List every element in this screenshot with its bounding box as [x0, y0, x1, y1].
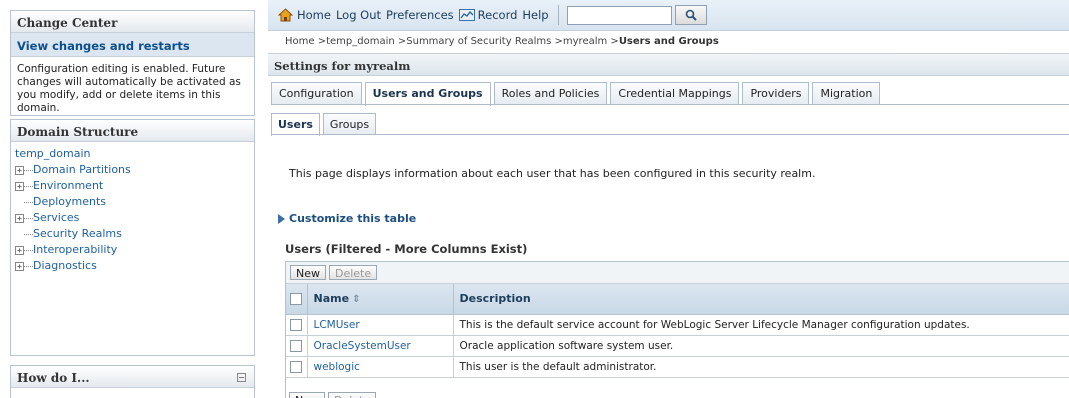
tree-item-label[interactable]: Domain Partitions [33, 162, 131, 178]
expand-icon[interactable]: + [15, 261, 24, 271]
view-changes-link-row[interactable]: View changes and restarts [11, 33, 254, 57]
tree-root-temp-domain[interactable]: temp_domain [15, 146, 250, 162]
tab-providers[interactable]: Providers [742, 82, 810, 105]
domain-tree: temp_domain + Domain Partitions + Enviro… [11, 142, 254, 278]
search-button[interactable] [674, 5, 707, 25]
user-name-link[interactable]: weblogic [314, 361, 360, 373]
tree-item-label[interactable]: Security Realms [33, 226, 122, 242]
table-row: LCMUser This is the default service acco… [286, 314, 1069, 336]
expand-icon[interactable]: + [15, 213, 24, 223]
tree-connector [24, 201, 33, 203]
home-link[interactable]: Home [297, 8, 331, 22]
collapse-icon[interactable]: − [237, 373, 246, 382]
tree-item-label[interactable]: Interoperability [33, 242, 117, 258]
tree-item-diagnostics[interactable]: + Diagnostics [15, 258, 250, 274]
expand-icon[interactable]: + [15, 165, 24, 175]
preferences-link[interactable]: Preferences [386, 8, 454, 22]
row-checkbox[interactable] [290, 318, 302, 331]
search-icon [685, 9, 697, 21]
top-toolbar: Home Log Out Preferences Record Help [268, 0, 1069, 31]
table-row: weblogic This user is the default admini… [286, 356, 1069, 378]
tree-connector [24, 185, 33, 187]
page-description: This page displays information about eac… [289, 167, 816, 180]
breadcrumb: Home >temp_domain >Summary of Security R… [285, 36, 719, 47]
tree-item-domain-partitions[interactable]: + Domain Partitions [15, 162, 250, 178]
settings-title: Settings for myrealm [268, 53, 1069, 76]
new-user-button[interactable]: New [290, 265, 326, 280]
user-name-link[interactable]: LCMUser [314, 319, 360, 331]
user-description: Oracle application software system user. [453, 335, 1069, 357]
column-header-description[interactable]: Description [453, 284, 1069, 315]
tree-item-interoperability[interactable]: + Interoperability [15, 242, 250, 258]
sort-icon[interactable]: ⇕ [352, 294, 360, 305]
tree-connector [24, 169, 33, 171]
tree-item-deployments[interactable]: Deployments [15, 194, 250, 210]
expand-icon[interactable]: + [15, 245, 24, 255]
domain-structure-title: Domain Structure [11, 120, 254, 142]
search-input[interactable] [566, 5, 672, 25]
how-do-i-title: How do I... [11, 366, 254, 388]
tree-item-label[interactable]: Environment [33, 178, 103, 194]
record-icon[interactable] [458, 9, 475, 21]
tab-credential-mappings[interactable]: Credential Mappings [610, 82, 740, 105]
toolbar-divider [557, 5, 559, 25]
customize-table-link[interactable]: Customize this table [278, 212, 416, 225]
new-user-button-bottom[interactable]: New [289, 392, 325, 398]
subtab-groups[interactable]: Groups [322, 113, 377, 135]
tree-connector [24, 233, 33, 235]
view-changes-link[interactable]: View changes and restarts [17, 39, 190, 53]
users-table: Name ⇕ Description LCMUser This is the de… [286, 284, 1069, 378]
tree-connector [24, 249, 33, 251]
change-center-panel: Change Center View changes and restarts … [10, 10, 255, 116]
breadcrumb-current: Users and Groups [618, 36, 719, 47]
row-checkbox[interactable] [290, 339, 302, 352]
expand-triangle-icon[interactable] [278, 213, 285, 224]
customize-label[interactable]: Customize this table [289, 212, 416, 225]
tree-item-label[interactable]: Services [33, 210, 79, 226]
tab-users-and-groups[interactable]: Users and Groups [364, 82, 491, 106]
select-all-cell [286, 284, 308, 315]
tab-roles-and-policies[interactable]: Roles and Policies [493, 82, 608, 105]
users-table-title: Users (Filtered - More Columns Exist) [285, 242, 528, 256]
user-description: This is the default service account for … [453, 314, 1069, 336]
delete-user-button[interactable]: Delete [329, 265, 378, 280]
tab-configuration[interactable]: Configuration [271, 82, 362, 105]
logout-link[interactable]: Log Out [336, 8, 381, 22]
breadcrumb-path[interactable]: Home >temp_domain >Summary of Security R… [285, 36, 619, 47]
tree-connector [24, 217, 33, 219]
table-toolbar: New Delete [286, 262, 1069, 284]
tree-item-services[interactable]: + Services [15, 210, 250, 226]
table-row: OracleSystemUser Oracle application soft… [286, 335, 1069, 357]
change-center-message: Configuration editing is enabled. Future… [17, 63, 241, 114]
row-checkbox[interactable] [290, 360, 302, 373]
column-header-name[interactable]: Name ⇕ [307, 284, 454, 315]
tree-connector [24, 265, 33, 267]
domain-structure-panel: Domain Structure temp_domain + Domain Pa… [10, 119, 255, 356]
expand-icon[interactable]: + [15, 181, 24, 191]
user-description: This user is the default administrator. [453, 356, 1069, 378]
delete-user-button-bottom[interactable]: Delete [328, 392, 377, 398]
main-content: Home Log Out Preferences Record Help Hom… [268, 0, 1069, 398]
tree-item-environment[interactable]: + Environment [15, 178, 250, 194]
record-link[interactable]: Record [478, 8, 518, 22]
help-link[interactable]: Help [522, 8, 548, 22]
tree-item-security-realms[interactable]: Security Realms [15, 226, 250, 242]
subtab-users[interactable]: Users [271, 113, 320, 136]
users-table-container: New Delete Name ⇕ Description LCMUser Thi… [285, 261, 1069, 398]
change-center-title: Change Center [11, 11, 254, 33]
tab-migration[interactable]: Migration [812, 82, 881, 105]
table-header-row: Name ⇕ Description [286, 284, 1069, 315]
bottom-table-toolbar: New Delete [289, 392, 377, 398]
select-all-checkbox[interactable] [290, 292, 302, 305]
tree-item-label[interactable]: Deployments [33, 194, 106, 210]
settings-tabs: Configuration Users and Groups Roles and… [271, 82, 883, 106]
users-groups-subtabs: Users Groups [271, 113, 379, 136]
how-do-i-panel: How do I... − [10, 365, 255, 398]
home-icon[interactable] [277, 8, 294, 22]
tree-item-label[interactable]: Diagnostics [33, 258, 97, 274]
left-sidebar: Change Center View changes and restarts … [0, 0, 259, 398]
user-name-link[interactable]: OracleSystemUser [314, 340, 411, 352]
